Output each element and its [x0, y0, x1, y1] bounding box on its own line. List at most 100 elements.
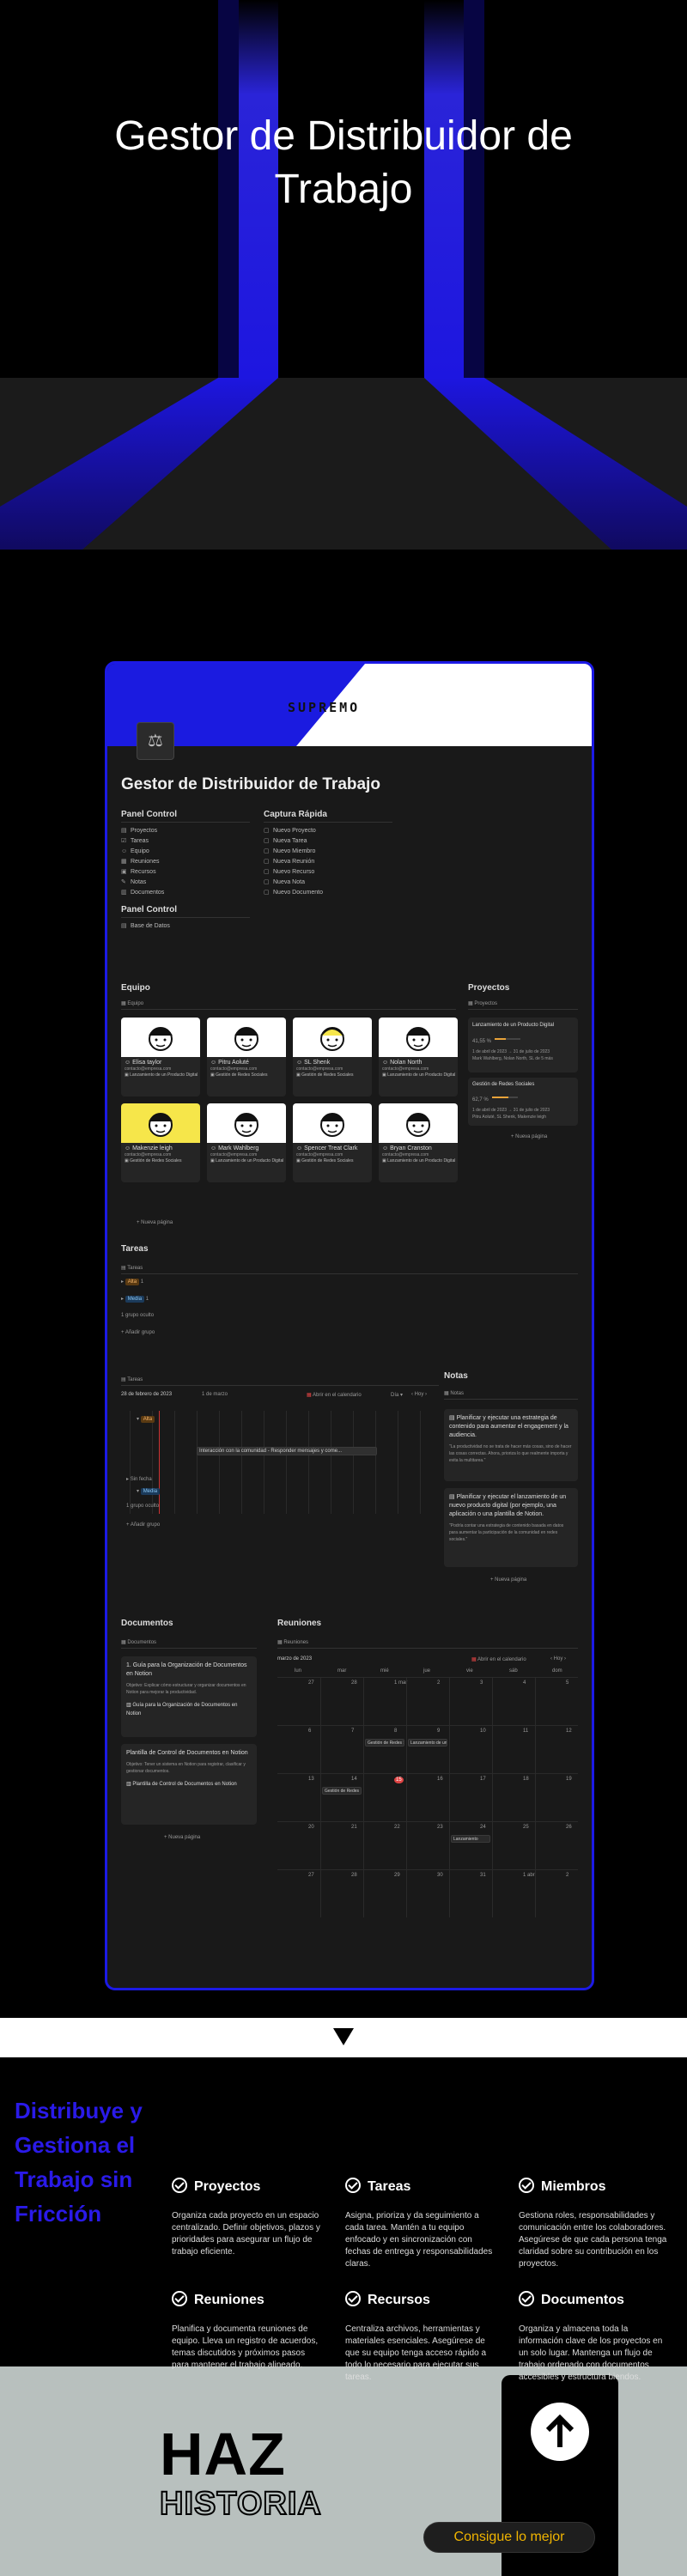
calendar-col-line: [320, 1677, 321, 1917]
team-new-page[interactable]: + Nueva página: [137, 1220, 173, 1225]
timeline-group-alta[interactable]: ▾ Alta: [137, 1416, 155, 1423]
timeline-add-group[interactable]: + Añadir grupo: [126, 1522, 160, 1528]
quick-new-resource[interactable]: ▢ Nuevo Recurso: [264, 867, 392, 878]
control-item-reuniones[interactable]: ▦ Reuniones: [121, 857, 250, 867]
control-item-database[interactable]: ▤ Base de Datos: [121, 921, 250, 932]
calendar-day[interactable]: 9: [437, 1728, 440, 1734]
meeting-event[interactable]: Gestión de Redes Sociales: [365, 1739, 404, 1747]
calendar-day[interactable]: 14: [351, 1777, 357, 1782]
meetings-view-tab[interactable]: ▦ Reuniones: [277, 1639, 578, 1649]
calendar-day[interactable]: 11: [523, 1728, 528, 1734]
calendar-day[interactable]: 1 abr: [523, 1873, 535, 1878]
timeline-open-calendar[interactable]: ▦ Abrir en el calendario: [307, 1392, 362, 1398]
task-group-media[interactable]: ▸ Media 1: [121, 1296, 149, 1303]
calendar-day[interactable]: 7: [351, 1728, 354, 1734]
page-icon[interactable]: ⚖: [137, 722, 174, 760]
document-card[interactable]: Plantilla de Control de Documentos en No…: [121, 1744, 257, 1825]
control-item-recursos[interactable]: ▣ Recursos: [121, 867, 250, 878]
projects-view-tab[interactable]: ▦ Proyectos: [468, 1000, 578, 1010]
calendar-day[interactable]: 13: [308, 1777, 314, 1782]
timeline-hidden[interactable]: 1 grupo oculto: [126, 1504, 159, 1509]
calendar-day[interactable]: 31: [480, 1873, 486, 1878]
calendar-day[interactable]: 3: [480, 1680, 483, 1686]
calendar-day[interactable]: 28: [351, 1680, 357, 1686]
calendar-day[interactable]: 5: [566, 1680, 568, 1686]
calendar-day[interactable]: 22: [394, 1825, 400, 1830]
project-card[interactable]: Gestión de Redes Sociales 62,7 % 1 de ab…: [468, 1078, 578, 1126]
calendar-day[interactable]: 2: [437, 1680, 440, 1686]
team-member-card[interactable]: ☺ Pitru Aoluté contacto@empresa.com ▣ Gest…: [207, 1018, 286, 1097]
task-group-alta[interactable]: ▸ Alta 1: [121, 1279, 143, 1285]
calendar-day[interactable]: 2: [566, 1873, 568, 1878]
database-icon: ▤: [121, 923, 127, 929]
calendar-open[interactable]: ▦ Abrir en el calendario: [471, 1656, 526, 1662]
calendar-day[interactable]: 10: [480, 1728, 486, 1734]
timeline-view-tab[interactable]: ▤ Tareas: [121, 1376, 439, 1386]
calendar-day[interactable]: 20: [308, 1825, 314, 1830]
cta-button[interactable]: Consigue lo mejor: [423, 2522, 595, 2553]
calendar-today-button[interactable]: ‹ Hoy ›: [550, 1656, 566, 1662]
control-panel-title: Panel Control: [121, 810, 178, 819]
calendar-day[interactable]: 26: [566, 1825, 572, 1830]
calendar-day[interactable]: 28: [351, 1873, 357, 1878]
control-item-equipo[interactable]: ☺ Equipo: [121, 847, 250, 857]
note-body: "Podría contar una estrategia de conteni…: [449, 1523, 564, 1542]
calendar-day[interactable]: 30: [437, 1873, 443, 1878]
team-member-card[interactable]: ☺ Nolan North contacto@empresa.com ▣ Lanza…: [379, 1018, 458, 1097]
timeline-task-bar[interactable]: Interacción con la comunidad - Responder…: [197, 1447, 377, 1455]
meeting-event[interactable]: Lanzamiento de un Producto Digital: [408, 1739, 447, 1747]
calendar-day[interactable]: 25: [523, 1825, 529, 1830]
team-member-card[interactable]: ☺ Spencer Treat Clark contacto@empresa.co…: [293, 1103, 372, 1182]
up-arrow-icon[interactable]: [531, 2403, 589, 2461]
project-dates: 1 de abril de 2023 → 31 de julio de 2023: [472, 1049, 550, 1054]
project-card[interactable]: Lanzamiento de un Producto Digital 41,55…: [468, 1018, 578, 1072]
note-card[interactable]: ▤ Planificar y ejecutar una estrategia d…: [444, 1409, 578, 1481]
projects-new-page[interactable]: + Nueva página: [511, 1134, 547, 1139]
quick-new-note[interactable]: ▢ Nueva Nota: [264, 878, 392, 888]
quick-new-project[interactable]: ▢ Nuevo Proyecto: [264, 826, 392, 836]
timeline-day-select[interactable]: Día ▾: [391, 1392, 403, 1398]
timeline-group-media[interactable]: ▾ Media: [137, 1488, 161, 1495]
calendar-day[interactable]: 15: [394, 1777, 404, 1783]
document-card[interactable]: 1. Guía para la Organización de Document…: [121, 1656, 257, 1737]
docs-view-tab[interactable]: ▦ Documentos: [121, 1639, 257, 1649]
team-view-tab[interactable]: ▦ Equipo: [121, 1000, 456, 1010]
calendar-day[interactable]: 24: [480, 1825, 486, 1830]
meeting-event[interactable]: Gestión de Redes: [322, 1787, 362, 1795]
notes-view-tab[interactable]: ▦ Notas: [444, 1390, 578, 1400]
calendar-day[interactable]: 6: [308, 1728, 311, 1734]
calendar-day[interactable]: 17: [480, 1777, 486, 1782]
team-member-card[interactable]: ☺ SL Shenk contacto@empresa.com ▣ Gestión …: [293, 1018, 372, 1097]
task-add-group[interactable]: + Añadir grupo: [121, 1330, 155, 1335]
calendar-day[interactable]: 23: [437, 1825, 443, 1830]
calendar-day[interactable]: 19: [566, 1777, 572, 1782]
team-member-card[interactable]: ☺ Bryan Cranston contacto@empresa.com ▣ La…: [379, 1103, 458, 1182]
quick-new-document[interactable]: ▢ Nuevo Documento: [264, 888, 392, 898]
quick-new-meeting[interactable]: ▢ Nueva Reunión: [264, 857, 392, 867]
note-card[interactable]: ▤ Planificar y ejecutar el lanzamiento d…: [444, 1488, 578, 1567]
notes-new-page[interactable]: + Nueva página: [490, 1577, 526, 1583]
team-member-card[interactable]: ☺ Mark Wahlberg contacto@empresa.com ▣ Lan…: [207, 1103, 286, 1182]
team-member-card[interactable]: ☺ Elisa taylor contacto@empresa.com ▣ Lanz…: [121, 1018, 200, 1097]
tasks-view-tab[interactable]: ▤ Tareas: [121, 1265, 578, 1274]
control-item-notas[interactable]: ✎ Notas: [121, 878, 250, 888]
calendar-day[interactable]: 27: [308, 1680, 314, 1686]
calendar-day[interactable]: 21: [351, 1825, 357, 1830]
quick-new-task[interactable]: ▢ Nueva Tarea: [264, 836, 392, 847]
calendar-day[interactable]: 8: [394, 1728, 397, 1734]
timeline-today-button[interactable]: ‹ Hoy ›: [411, 1392, 427, 1397]
task-hidden-groups[interactable]: 1 grupo oculto: [121, 1313, 154, 1318]
control-item-tareas[interactable]: ☑ Tareas: [121, 836, 250, 847]
calendar-day[interactable]: 29: [394, 1873, 400, 1878]
calendar-day[interactable]: 18: [523, 1777, 529, 1782]
calendar-day[interactable]: 27: [308, 1873, 314, 1878]
team-member-card[interactable]: ☺ Makenzie leigh contacto@empresa.com ▣ Ge…: [121, 1103, 200, 1182]
control-item-proyectos[interactable]: ▤ Proyectos: [121, 826, 250, 836]
meeting-event[interactable]: Lanzamiento: [451, 1835, 490, 1843]
calendar-day[interactable]: 12: [566, 1728, 572, 1734]
control-item-documentos[interactable]: ▥ Documentos: [121, 888, 250, 898]
quick-new-member[interactable]: ▢ Nuevo Miembro: [264, 847, 392, 857]
calendar-day[interactable]: 16: [437, 1777, 443, 1782]
calendar-day[interactable]: 4: [523, 1680, 526, 1686]
docs-new-page[interactable]: + Nueva página: [164, 1835, 200, 1840]
